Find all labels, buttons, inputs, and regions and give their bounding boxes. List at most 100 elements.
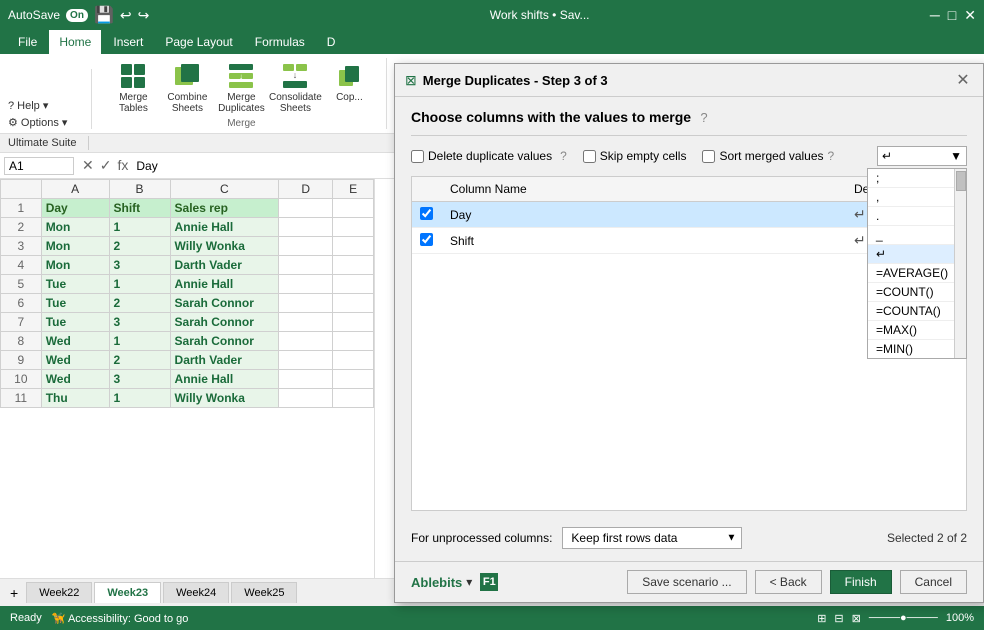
delimiter-option-counta[interactable]: =COUNTA() xyxy=(868,302,966,321)
tab-page-layout[interactable]: Page Layout xyxy=(155,30,242,54)
consolidate-sheets-button[interactable]: ↓ Consolidate Sheets xyxy=(270,58,320,116)
name-box[interactable] xyxy=(4,157,74,175)
cell-c1[interactable]: Sales rep xyxy=(170,199,279,218)
delimiter-option-average[interactable]: =AVERAGE() xyxy=(868,264,966,283)
finish-button[interactable]: Finish xyxy=(830,570,892,594)
cell-row5-e[interactable] xyxy=(333,275,374,294)
cell-row6-col3[interactable]: Sarah Connor xyxy=(170,294,279,313)
cell-row8-col2[interactable]: 1 xyxy=(109,332,170,351)
cell-row11-col1[interactable]: Thu xyxy=(41,389,109,408)
cell-row5-col1[interactable]: Tue xyxy=(41,275,109,294)
cell-row7-e[interactable] xyxy=(333,313,374,332)
view-normal-icon[interactable]: ⊞ xyxy=(817,612,826,625)
sort-merged-input[interactable] xyxy=(702,150,715,163)
cell-row5-col2[interactable]: 1 xyxy=(109,275,170,294)
cell-row6-col1[interactable]: Tue xyxy=(41,294,109,313)
cell-row3-col2[interactable]: 2 xyxy=(109,237,170,256)
tab-d[interactable]: D xyxy=(317,30,346,54)
delimiter-option-count[interactable]: =COUNT() xyxy=(868,283,966,302)
cancel-formula-icon[interactable]: ✕ xyxy=(82,157,94,174)
add-sheet-button[interactable]: + xyxy=(4,581,24,605)
cell-row9-e[interactable] xyxy=(333,351,374,370)
cell-row10-col3[interactable]: Annie Hall xyxy=(170,370,279,389)
tab-insert[interactable]: Insert xyxy=(103,30,153,54)
cell-row3-e[interactable] xyxy=(333,237,374,256)
skip-empty-input[interactable] xyxy=(583,150,596,163)
cell-row9-col3[interactable]: Darth Vader xyxy=(170,351,279,370)
help-f1-button[interactable]: F1 xyxy=(480,573,498,591)
cell-row9-col1[interactable]: Wed xyxy=(41,351,109,370)
confirm-formula-icon[interactable]: ✓ xyxy=(100,157,112,174)
cell-e1[interactable] xyxy=(333,199,374,218)
back-button[interactable]: < Back xyxy=(755,570,822,594)
cell-row2-e[interactable] xyxy=(333,218,374,237)
cell-row4-col1[interactable]: Mon xyxy=(41,256,109,275)
merge-table-checkbox-day[interactable] xyxy=(420,207,433,220)
heading-help-icon[interactable]: ? xyxy=(700,110,707,125)
col-header-c[interactable]: C xyxy=(170,180,279,199)
cell-row2-d[interactable] xyxy=(279,218,333,237)
delimiter-option-period[interactable]: . xyxy=(868,207,966,226)
cell-row9-d[interactable] xyxy=(279,351,333,370)
cancel-button[interactable]: Cancel xyxy=(900,570,967,594)
delimiter-option-min[interactable]: =MIN() xyxy=(868,340,966,358)
merge-table-check-day[interactable] xyxy=(412,202,442,228)
sheet-tab-week23[interactable]: Week23 xyxy=(94,582,161,603)
sort-merged-checkbox[interactable]: Sort merged values xyxy=(702,149,823,163)
ablebits-brand[interactable]: Ablebits ▾ xyxy=(411,575,472,590)
delete-duplicate-input[interactable] xyxy=(411,150,424,163)
col-header-a[interactable]: A xyxy=(41,180,109,199)
sheet-tab-week22[interactable]: Week22 xyxy=(26,582,92,603)
tab-home[interactable]: Home xyxy=(49,30,101,54)
close-icon[interactable]: ✕ xyxy=(964,7,976,24)
cell-row4-e[interactable] xyxy=(333,256,374,275)
save-icon[interactable]: 💾 xyxy=(94,5,114,25)
cell-d1[interactable] xyxy=(279,199,333,218)
merge-table-checkbox-shift[interactable] xyxy=(420,233,433,246)
delimiter-option-newline[interactable]: ↵ xyxy=(868,245,966,264)
merge-duplicates-button[interactable]: ↓ Merge Duplicates xyxy=(216,58,266,116)
cell-row10-col1[interactable]: Wed xyxy=(41,370,109,389)
redo-icon[interactable]: ↪ xyxy=(138,7,150,24)
delete-dup-help[interactable]: ? xyxy=(560,149,567,163)
combine-sheets-button[interactable]: Combine Sheets xyxy=(162,58,212,116)
cell-row11-col3[interactable]: Willy Wonka xyxy=(170,389,279,408)
delimiter-option-semicolon[interactable]: ; xyxy=(868,169,966,188)
undo-icon[interactable]: ↩ xyxy=(120,7,132,24)
cell-row7-col3[interactable]: Sarah Connor xyxy=(170,313,279,332)
cell-row11-e[interactable] xyxy=(333,389,374,408)
cell-row11-d[interactable] xyxy=(279,389,333,408)
dialog-close-button[interactable]: ✕ xyxy=(953,70,973,90)
help-button[interactable]: ? Help ▾ xyxy=(8,99,67,112)
delimiter-option-max[interactable]: =MAX() xyxy=(868,321,966,340)
col-header-e[interactable]: E xyxy=(333,180,374,199)
cell-row6-d[interactable] xyxy=(279,294,333,313)
zoom-slider[interactable]: ────●──── xyxy=(869,612,938,624)
cell-row11-col2[interactable]: 1 xyxy=(109,389,170,408)
cell-row2-col1[interactable]: Mon xyxy=(41,218,109,237)
merge-table-name-shift[interactable]: Shift xyxy=(442,228,846,254)
cell-row8-d[interactable] xyxy=(279,332,333,351)
delimiter-option-comma[interactable]: , xyxy=(868,188,966,207)
cell-row10-d[interactable] xyxy=(279,370,333,389)
unprocessed-select[interactable]: Keep first rows data Keep last rows data… xyxy=(562,527,742,549)
cell-row7-col1[interactable]: Tue xyxy=(41,313,109,332)
merge-table-check-shift[interactable] xyxy=(412,228,442,254)
maximize-icon[interactable]: □ xyxy=(948,7,956,24)
cell-row7-col2[interactable]: 3 xyxy=(109,313,170,332)
cell-row3-col3[interactable]: Willy Wonka xyxy=(170,237,279,256)
delete-duplicate-checkbox[interactable]: Delete duplicate values ? xyxy=(411,149,567,163)
col-header-d[interactable]: D xyxy=(279,180,333,199)
sheet-tab-week24[interactable]: Week24 xyxy=(163,582,229,603)
cell-row5-d[interactable] xyxy=(279,275,333,294)
delimiter-dropdown[interactable]: ↵ ▼ xyxy=(877,146,967,166)
cell-b1[interactable]: Shift xyxy=(109,199,170,218)
save-scenario-button[interactable]: Save scenario ... xyxy=(627,570,746,594)
cell-row8-col1[interactable]: Wed xyxy=(41,332,109,351)
view-pagebreak-icon[interactable]: ⊠ xyxy=(852,612,861,625)
cell-row4-col3[interactable]: Darth Vader xyxy=(170,256,279,275)
autosave-toggle[interactable]: On xyxy=(66,9,88,22)
merge-table-name-day[interactable]: Day xyxy=(442,202,846,228)
cell-row3-d[interactable] xyxy=(279,237,333,256)
cell-row2-col2[interactable]: 1 xyxy=(109,218,170,237)
